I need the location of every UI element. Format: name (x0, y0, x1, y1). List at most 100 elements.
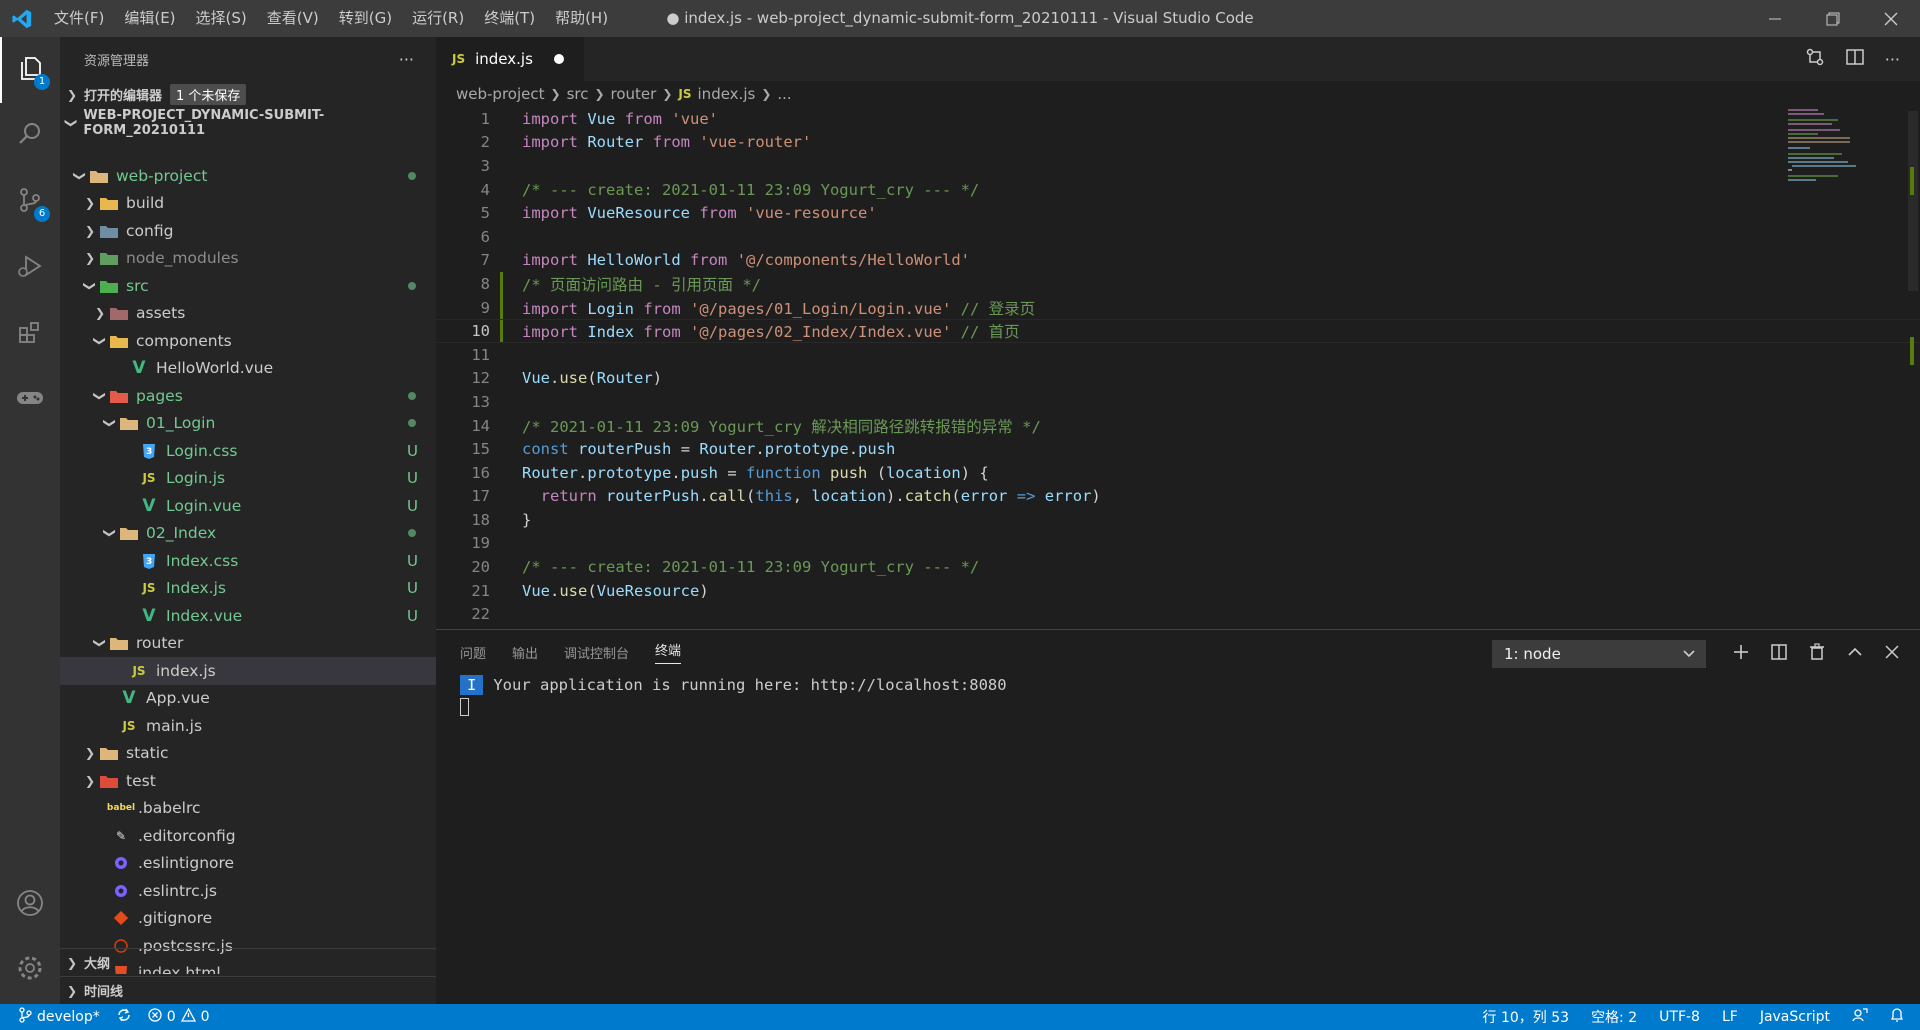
tree-folder-config[interactable]: ❯ config (60, 217, 436, 245)
code-line: 22 (471, 605, 490, 624)
menu-help[interactable]: 帮助(H) (545, 0, 618, 37)
git-status: U (407, 551, 418, 570)
folder-build-icon (98, 194, 120, 212)
branch-status[interactable]: develop* (18, 1007, 100, 1027)
search-activity-button[interactable] (0, 103, 60, 169)
tree-folder-static[interactable]: ❯ static (60, 740, 436, 768)
remote-gamepad-activity-button[interactable] (0, 367, 60, 433)
split-terminal-button[interactable] (1770, 643, 1788, 665)
encoding[interactable]: UTF-8 (1659, 1009, 1700, 1025)
tree-folder-router[interactable]: ❯ router (60, 630, 436, 658)
language-mode[interactable]: JavaScript (1760, 1009, 1830, 1025)
tree-file-index-js-page[interactable]: JS Index.js U (60, 575, 436, 603)
menu-edit[interactable]: 编辑(E) (114, 0, 185, 37)
new-terminal-button[interactable] (1732, 643, 1750, 665)
feedback-button[interactable] (1852, 1007, 1868, 1027)
tree-file-gitignore[interactable]: .gitignore (60, 905, 436, 933)
warning-count: 0 (200, 1009, 210, 1025)
tree-folder-node-modules[interactable]: ❯ node_modules (60, 245, 436, 273)
restore-button[interactable] (1804, 0, 1862, 37)
problems-status[interactable]: 0 0 (148, 1007, 210, 1026)
breadcrumb-item[interactable]: web-project (456, 85, 545, 103)
folder-open-icon (88, 167, 110, 185)
open-editors-section[interactable]: ❯ 打开的编辑器 1 个未保存 (60, 81, 436, 108)
more-editor-actions-button[interactable]: ··· (1885, 50, 1900, 69)
explorer-badge: 1 (34, 74, 50, 90)
breadcrumb-item[interactable]: index.js (698, 85, 756, 103)
tree-file-login-js[interactable]: JS Login.js U (60, 465, 436, 493)
extensions-activity-button[interactable] (0, 301, 60, 367)
open-changes-button[interactable] (1805, 47, 1825, 71)
editor-scrollbar[interactable] (1906, 107, 1920, 629)
tree-folder-assets[interactable]: ❯ assets (60, 300, 436, 328)
close-panel-icon[interactable] (1884, 644, 1900, 664)
manage-activity-button[interactable] (0, 937, 60, 1003)
tab-debug-console[interactable]: 调试控制台 (564, 643, 629, 662)
tree-file-login-css[interactable]: 3 Login.css U (60, 437, 436, 465)
split-editor-button[interactable] (1845, 47, 1865, 71)
tree-folder-test[interactable]: ❯ test (60, 767, 436, 795)
more-actions-button[interactable]: ··· (399, 50, 414, 69)
tree-file-editorconfig[interactable]: ✎ .editorconfig (60, 822, 436, 850)
tab-problems[interactable]: 问题 (460, 643, 486, 662)
kill-terminal-trash-icon[interactable] (1808, 643, 1826, 665)
close-window-button[interactable] (1862, 0, 1920, 37)
timeline-section[interactable]: ❯ 时间线 (60, 976, 436, 1004)
terminal[interactable]: I Your application is running here: http… (436, 674, 1920, 718)
tree-folder-build[interactable]: ❯ build (60, 190, 436, 218)
chevron-down-icon: ❯ (103, 418, 117, 429)
menu-terminal[interactable]: 终端(T) (474, 0, 545, 37)
project-section[interactable]: ❯ WEB-PROJECT_DYNAMIC-SUBMIT-FORM_202101… (60, 108, 436, 138)
tree-file-helloworld-vue[interactable]: V HelloWorld.vue (60, 355, 436, 383)
tree-file-index-css[interactable]: 3 Index.css U (60, 547, 436, 575)
tree-file-app-vue[interactable]: V App.vue (60, 685, 436, 713)
tree-folder-pages[interactable]: ❯ pages (60, 382, 436, 410)
folder-src-icon (98, 277, 120, 295)
js-file-icon: JS (678, 87, 692, 101)
tree-folder-01-login[interactable]: ❯ 01_Login (60, 410, 436, 438)
breadcrumb-item[interactable]: src (567, 85, 589, 103)
cursor-position[interactable]: 行 10，列 53 (1483, 1007, 1570, 1027)
menu-selection[interactable]: 选择(S) (186, 0, 257, 37)
breadcrumb-item[interactable]: ... (777, 85, 791, 103)
maximize-panel-chevron-up-icon[interactable] (1846, 643, 1864, 665)
code-editor[interactable]: 1 import Vue from 'vue' 2 import Router fr… (436, 107, 1920, 629)
tab-terminal[interactable]: 终端 (655, 640, 682, 664)
chevron-down-icon: ❯ (103, 528, 117, 539)
explorer-activity-button[interactable]: 1 (0, 37, 60, 103)
indentation[interactable]: 空格: 2 (1591, 1007, 1637, 1027)
folder-node-icon (98, 249, 120, 267)
menu-view[interactable]: 查看(V) (257, 0, 329, 37)
tree-file-eslintignore[interactable]: .eslintignore (60, 850, 436, 878)
tree-file-babelrc[interactable]: babel .babelrc (60, 795, 436, 823)
terminal-select[interactable]: 1: node (1492, 640, 1706, 668)
menu-go[interactable]: 转到(G) (329, 0, 402, 37)
notifications-button[interactable] (1890, 1007, 1904, 1027)
tree-folder-02-index[interactable]: ❯ 02_Index (60, 520, 436, 548)
outline-section[interactable]: ❯ 大纲 (60, 948, 436, 976)
scm-activity-button[interactable]: 6 (0, 169, 60, 235)
minimap[interactable] (1784, 107, 1904, 207)
tab-index-js[interactable]: JS index.js (436, 37, 584, 81)
end-of-line[interactable]: LF (1722, 1009, 1738, 1025)
tree-folder-src[interactable]: ❯ src (60, 272, 436, 300)
menu-file[interactable]: 文件(F) (44, 0, 114, 37)
breadcrumb-item[interactable]: router (611, 85, 657, 103)
sync-button[interactable] (116, 1007, 132, 1027)
vue-file-icon: V (142, 495, 156, 516)
tree-file-login-vue[interactable]: V Login.vue U (60, 492, 436, 520)
menu-run[interactable]: 运行(R) (402, 0, 474, 37)
tab-output[interactable]: 输出 (512, 643, 538, 662)
tree-file-eslintrc[interactable]: .eslintrc.js (60, 877, 436, 905)
folder-assets-icon (108, 304, 130, 322)
run-debug-activity-button[interactable] (0, 235, 60, 301)
minimize-button[interactable] (1746, 0, 1804, 37)
tree-folder-components[interactable]: ❯ components (60, 327, 436, 355)
folder-open-icon (108, 634, 130, 652)
unsaved-dot-icon[interactable] (554, 54, 564, 64)
tree-file-index-vue[interactable]: V Index.vue U (60, 602, 436, 630)
tree-file-router-index-js[interactable]: JS index.js (60, 657, 436, 685)
accounts-activity-button[interactable] (0, 872, 60, 938)
tree-folder-web-project[interactable]: ❯ web-project (60, 162, 436, 190)
tree-file-main-js[interactable]: JS main.js (60, 712, 436, 740)
